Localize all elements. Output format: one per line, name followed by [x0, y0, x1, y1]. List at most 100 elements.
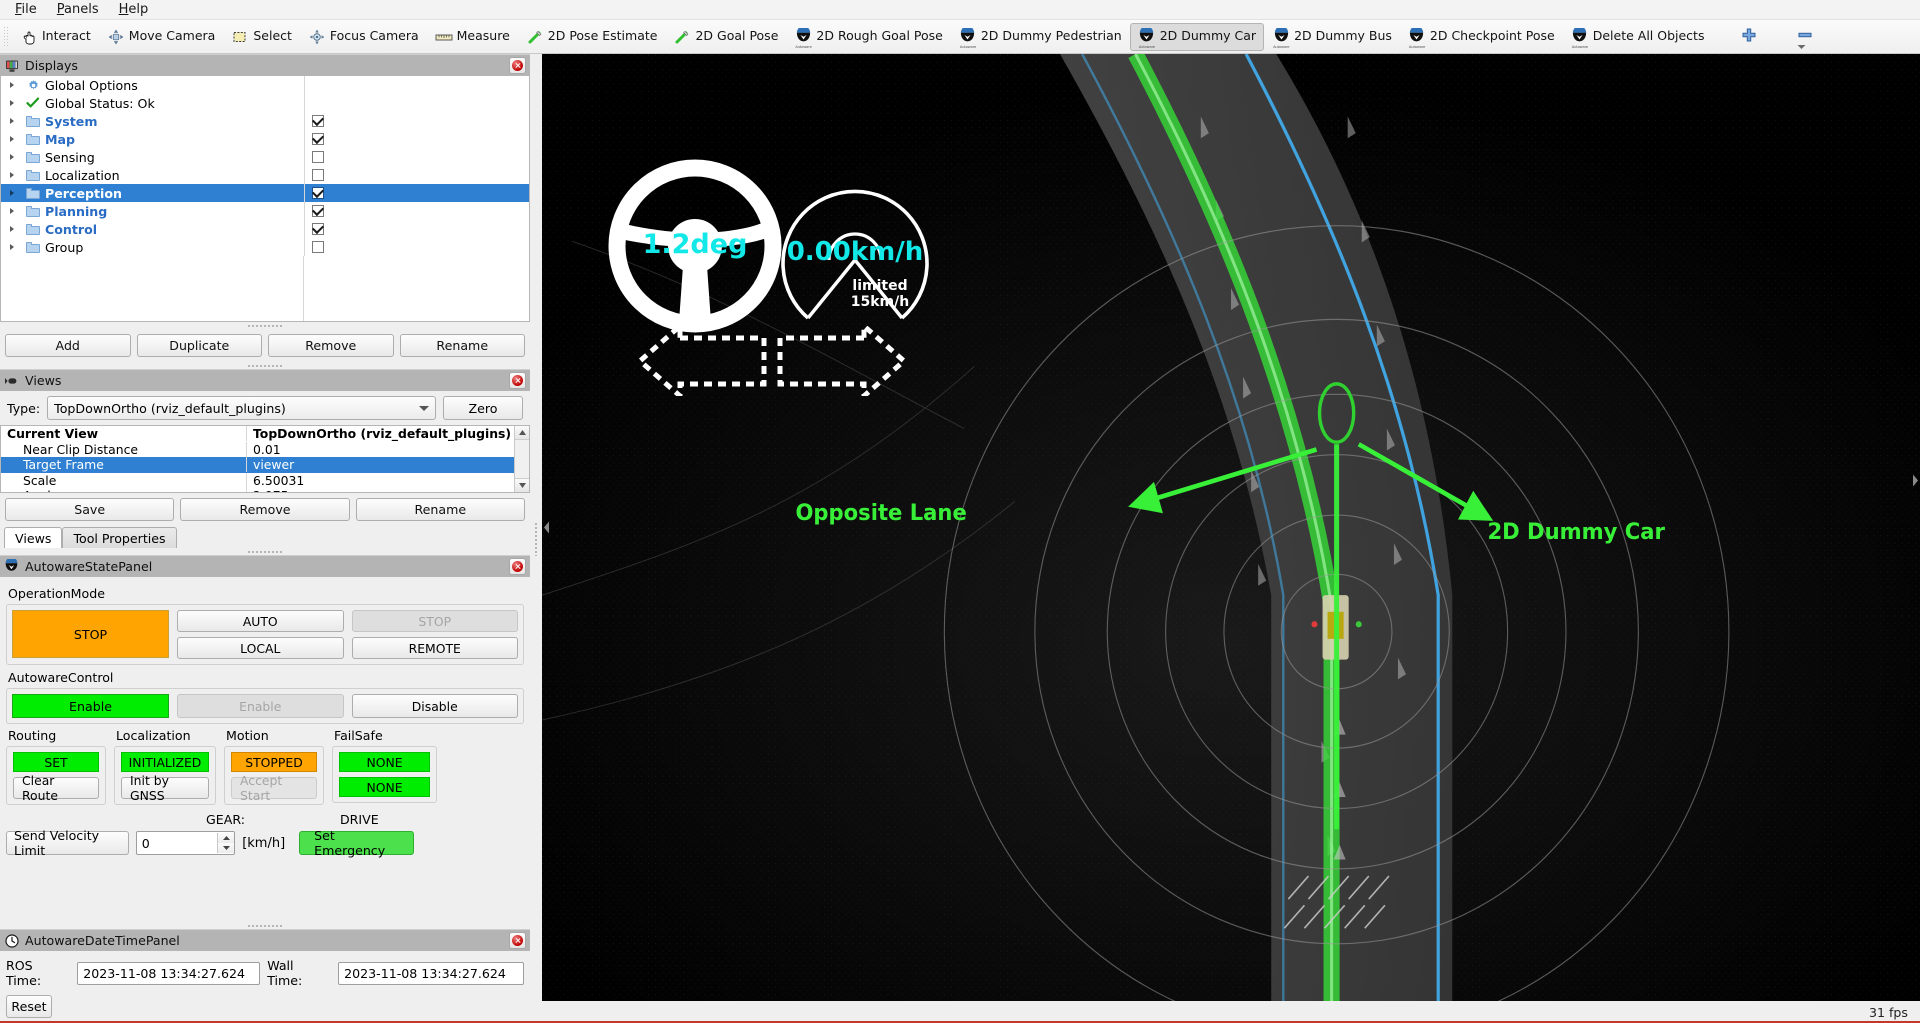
tree-row-planning[interactable]: Planning [1, 202, 529, 220]
menu-help[interactable]: Help [110, 1, 158, 18]
tool-move-camera[interactable]: Move Camera [99, 23, 224, 51]
add-tool-button[interactable] [1736, 24, 1762, 50]
autoware-control-disable-button[interactable]: Disable [352, 694, 519, 718]
views-dock-title: Views [0, 369, 530, 391]
views-row-scale[interactable]: Scale 6.50031 [1, 473, 514, 489]
visibility-checkbox[interactable] [312, 133, 324, 145]
menu-panels[interactable]: Panels [48, 1, 108, 18]
zero-view-button[interactable]: Zero [443, 396, 523, 420]
velocity-limit-value[interactable]: 0 [137, 836, 218, 851]
duplicate-display-button[interactable]: Duplicate [137, 334, 263, 357]
toolbar-drag-handle[interactable] [3, 26, 10, 48]
views-table-scrollbar[interactable] [514, 426, 529, 492]
visibility-checkbox[interactable] [312, 241, 324, 253]
chevron-down-icon[interactable] [1797, 39, 1806, 54]
expand-arrow-icon[interactable] [1, 135, 23, 143]
tool-2d-dummy-pedestrian[interactable]: Autoware 2D Dummy Pedestrian [951, 23, 1130, 51]
menu-file[interactable]: File [6, 1, 46, 18]
views-splitter[interactable] [0, 362, 530, 369]
tool-2d-dummy-bus[interactable]: Autoware 2D Dummy Bus [1264, 23, 1400, 51]
tool-2d-checkpoint-pose[interactable]: Autoware 2D Checkpoint Pose [1400, 23, 1563, 51]
tool-interact[interactable]: Interact [12, 23, 99, 51]
expand-arrow-icon[interactable] [1, 207, 23, 215]
tool-delete-all-objects[interactable]: Autoware Delete All Objects [1563, 23, 1713, 51]
views-row-angle[interactable]: Angle 2.975 [1, 488, 514, 493]
operation-mode-remote-button[interactable]: REMOTE [352, 637, 519, 659]
tab-tool-properties[interactable]: Tool Properties [62, 527, 176, 548]
velocity-limit-stepper[interactable]: 0 [136, 831, 236, 855]
autoware-icon: Autoware [794, 28, 812, 46]
remove-view-button[interactable]: Remove [180, 498, 349, 521]
tree-row-global-options[interactable]: Global Options [1, 76, 529, 94]
tool-2d-goal-pose[interactable]: 2D Goal Pose [665, 23, 786, 51]
expand-arrow-icon[interactable] [1, 243, 23, 251]
remove-tool-button[interactable] [1792, 24, 1818, 50]
close-icon[interactable] [509, 372, 526, 389]
tree-row-global-status[interactable]: Global Status: Ok [1, 94, 529, 112]
expand-arrow-icon[interactable] [1, 189, 23, 197]
datetime-splitter[interactable] [0, 922, 530, 929]
visibility-checkbox[interactable] [312, 187, 324, 199]
displays-splitter[interactable] [0, 322, 530, 329]
stepper-arrows[interactable] [217, 833, 234, 853]
views-property-table[interactable]: Current View TopDownOrtho (rviz_default_… [0, 425, 530, 493]
view-type-select[interactable]: TopDownOrtho (rviz_default_plugins) [47, 396, 436, 420]
autoware-control-status: Enable [12, 694, 169, 718]
expand-arrow-icon[interactable] [1, 225, 23, 233]
dock-splitter[interactable] [530, 54, 542, 1023]
init-by-gnss-button[interactable]: Init by GNSS [121, 777, 209, 799]
render-viewport[interactable]: Opposite Lane 2D Dummy Car 1.2deg [542, 54, 1920, 1001]
expand-arrow-icon[interactable] [1, 117, 23, 125]
wall-time-field[interactable]: 2023-11-08 13:34:27.624 [338, 962, 524, 985]
tree-row-control[interactable]: Control [1, 220, 529, 238]
tool-measure[interactable]: Measure [427, 23, 518, 51]
scroll-down-icon[interactable] [515, 478, 529, 492]
stepper-up-icon[interactable] [218, 833, 234, 843]
tab-views[interactable]: Views [4, 527, 62, 548]
displays-tree[interactable]: Global Options Global Status: Ok [0, 76, 530, 322]
reset-button[interactable]: Reset [6, 995, 52, 1018]
scroll-up-icon[interactable] [515, 426, 529, 440]
close-icon[interactable] [509, 57, 526, 74]
tool-2d-rough-goal-pose[interactable]: Autoware 2D Rough Goal Pose [786, 23, 950, 51]
tree-row-perception[interactable]: Perception [1, 184, 529, 202]
expand-arrow-icon[interactable] [1, 99, 23, 107]
remove-display-button[interactable]: Remove [268, 334, 394, 357]
tree-row-map[interactable]: Map [1, 130, 529, 148]
main-body: Displays Global Options [0, 54, 1920, 1023]
tree-row-group[interactable]: Group [1, 238, 529, 256]
add-display-button[interactable]: Add [5, 334, 131, 357]
close-icon[interactable] [509, 558, 526, 575]
tree-row-localization[interactable]: Localization [1, 166, 529, 184]
expand-arrow-icon[interactable] [1, 153, 23, 161]
rename-display-button[interactable]: Rename [400, 334, 526, 357]
tool-focus-camera[interactable]: Focus Camera [300, 23, 427, 51]
operation-mode-auto-button[interactable]: AUTO [177, 610, 344, 632]
visibility-checkbox[interactable] [312, 205, 324, 217]
close-icon[interactable] [509, 932, 526, 949]
rename-view-button[interactable]: Rename [356, 498, 525, 521]
state-panel-splitter[interactable] [0, 548, 530, 555]
visibility-checkbox[interactable] [312, 151, 324, 163]
visibility-checkbox[interactable] [312, 169, 324, 181]
views-row-near-clip[interactable]: Near Clip Distance 0.01 [1, 442, 514, 458]
ros-time-field[interactable]: 2023-11-08 13:34:27.624 [77, 962, 260, 985]
send-velocity-limit-button[interactable]: Send Velocity Limit [6, 831, 129, 855]
save-view-button[interactable]: Save [5, 498, 174, 521]
expand-arrow-icon[interactable] [1, 171, 23, 179]
tree-row-sensing[interactable]: Sensing [1, 148, 529, 166]
collapse-dock-arrow-icon[interactable] [542, 521, 552, 534]
tool-2d-pose-estimate[interactable]: 2D Pose Estimate [518, 23, 666, 51]
expand-right-dock-arrow-icon[interactable] [1910, 474, 1919, 487]
visibility-checkbox[interactable] [312, 115, 324, 127]
clear-route-button[interactable]: Clear Route [13, 777, 99, 799]
expand-arrow-icon[interactable] [1, 81, 23, 89]
tool-2d-dummy-car[interactable]: Autoware 2D Dummy Car [1130, 23, 1264, 51]
tree-row-system[interactable]: System [1, 112, 529, 130]
operation-mode-local-button[interactable]: LOCAL [177, 637, 344, 659]
tool-select[interactable]: Select [223, 23, 300, 51]
visibility-checkbox[interactable] [312, 223, 324, 235]
set-emergency-button[interactable]: Set Emergency [299, 831, 414, 855]
views-row-target-frame[interactable]: Target Frame viewer [1, 457, 514, 473]
stepper-down-icon[interactable] [218, 843, 234, 853]
